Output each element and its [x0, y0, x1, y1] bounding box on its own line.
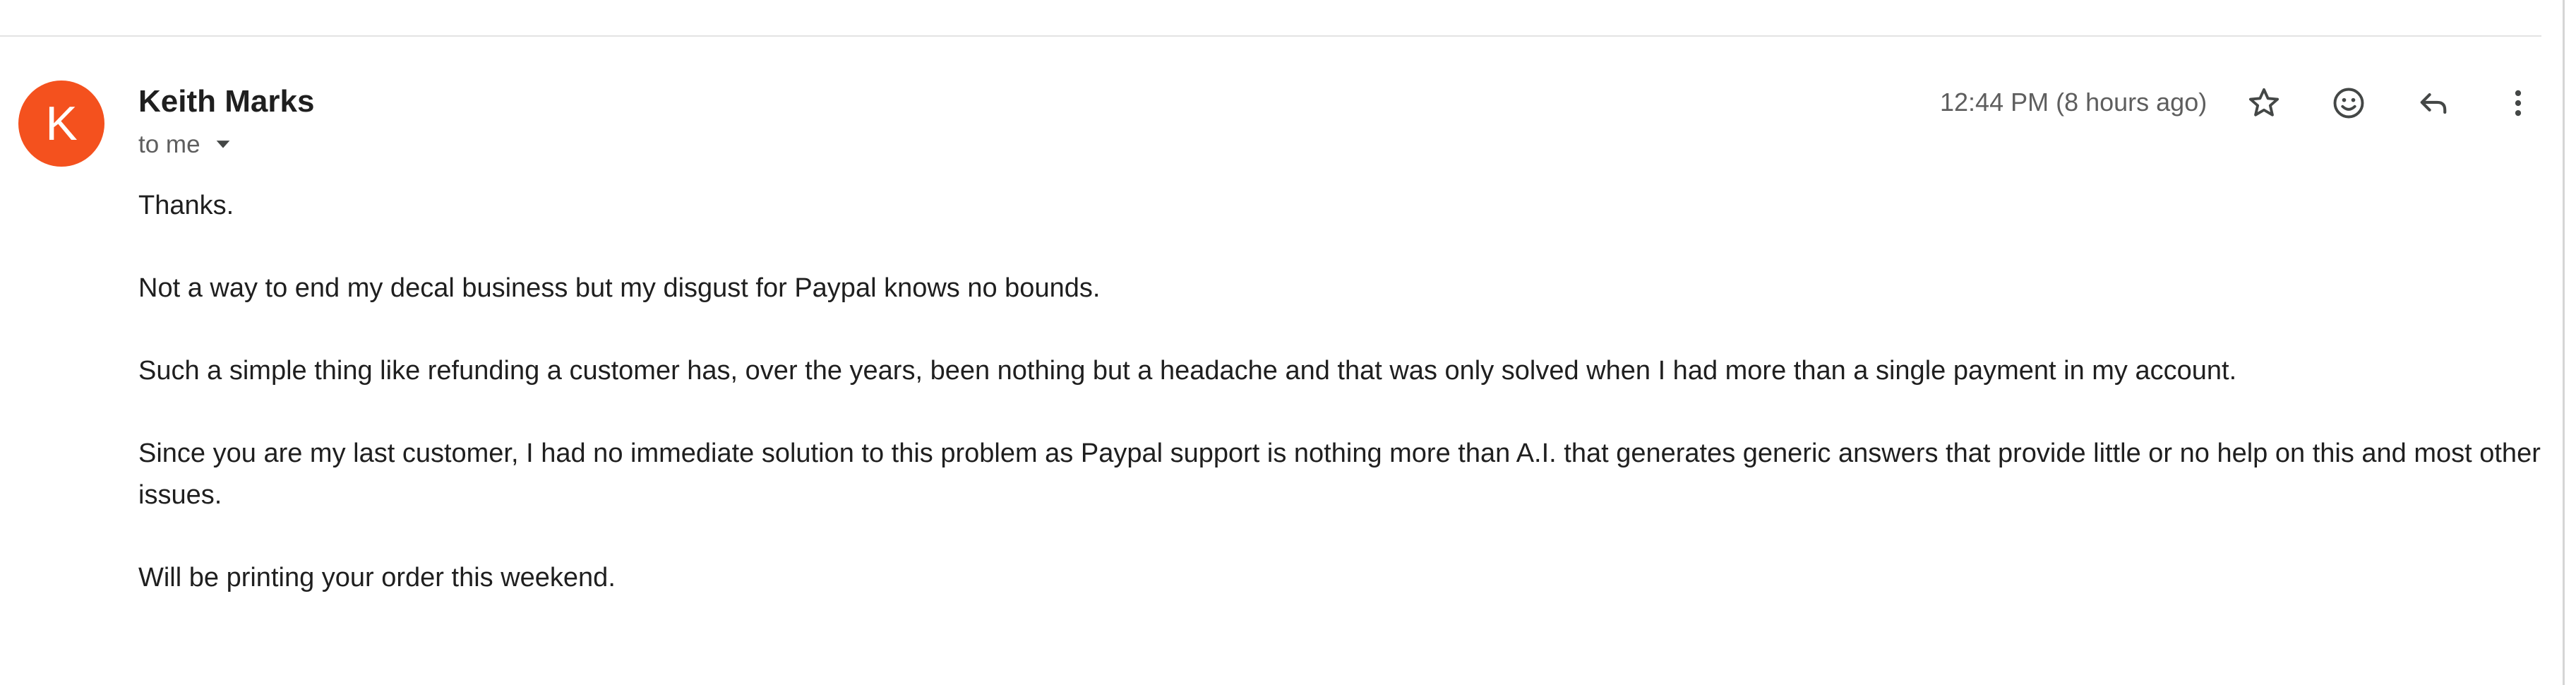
reply-button[interactable] — [2408, 78, 2459, 129]
message-paragraph: Such a simple thing like refunding a cus… — [138, 356, 2237, 386]
star-button[interactable] — [2239, 78, 2289, 129]
more-vert-icon — [2515, 90, 2522, 117]
message-paragraph: Since you are my last customer, I had no… — [138, 439, 2541, 510]
add-reaction-button[interactable] — [2323, 78, 2374, 129]
sender-name[interactable]: Keith Marks — [138, 82, 314, 121]
message-paragraph: Not a way to end my decal business but m… — [138, 273, 1101, 303]
more-options-button[interactable] — [2493, 78, 2544, 129]
star-icon — [2248, 88, 2280, 117]
message-body: Thanks. Not a way to end my decal busine… — [138, 185, 2546, 599]
message-paragraph: Thanks. — [138, 191, 234, 220]
header-divider — [0, 35, 2541, 37]
recipient-details-toggle[interactable]: to me — [138, 127, 233, 162]
sender-avatar[interactable]: K — [18, 81, 104, 167]
scrollbar-edge — [2563, 0, 2565, 685]
message-paragraph: Will be printing your order this weekend… — [138, 563, 616, 592]
recipient-label: to me — [138, 131, 200, 158]
add-reaction-icon — [2333, 88, 2364, 119]
message-timestamp: 12:44 PM (8 hours ago) — [1940, 88, 2207, 117]
reply-icon — [2420, 93, 2447, 114]
chevron-down-icon[interactable] — [213, 135, 233, 155]
